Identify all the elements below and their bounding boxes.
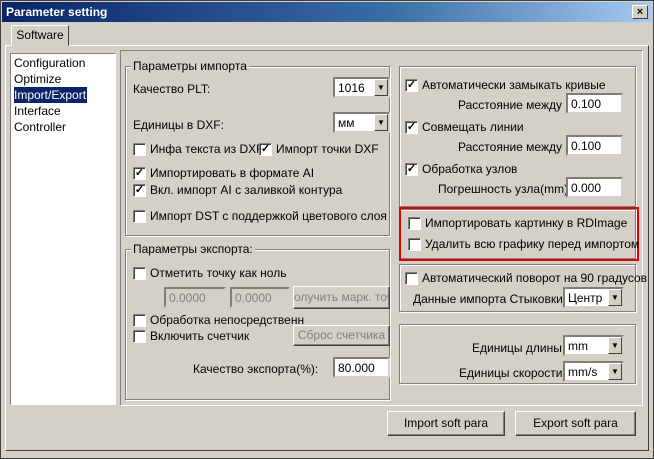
title-bar: Parameter setting × (2, 2, 652, 22)
dxf-units-select[interactable]: мм ▼ (333, 112, 390, 133)
dst-import-checkbox[interactable] (133, 210, 146, 223)
distance2-label: Расстояние между (458, 140, 562, 154)
dxf-units-label: Единицы в DXF: (133, 118, 224, 132)
auto-rotate-checkbox[interactable] (405, 272, 418, 285)
tab-software[interactable]: Software (11, 25, 69, 46)
counter-checkbox[interactable] (133, 330, 146, 343)
category-list[interactable]: Configuration Optimize Import/Export Int… (10, 53, 116, 405)
dst-import-label: Импорт DST с поддержкой цветового слоя (150, 209, 387, 223)
direct-process-checkbox[interactable] (133, 314, 146, 327)
dock-select[interactable]: Центр ▼ (563, 287, 624, 308)
zero-x-field[interactable]: 0.0000 (164, 287, 226, 308)
sidebar-item-controller[interactable]: Controller (13, 119, 113, 135)
zero-point-label: Отметить точку как ноль (150, 266, 287, 280)
ai-fill-label: Вкл. импорт AI с заливкой контура (150, 183, 343, 197)
plt-quality-label: Качество PLT: (133, 82, 211, 96)
zero-point-checkbox[interactable] (133, 267, 146, 280)
import-rdimage-checkbox[interactable] (408, 217, 421, 230)
auto-rotate-label: Автоматический поворот на 90 градусов (422, 271, 648, 285)
close-button[interactable]: × (632, 5, 648, 19)
plt-quality-select[interactable]: 1016 ▼ (333, 77, 390, 98)
delete-graphics-checkbox[interactable] (408, 238, 421, 251)
dock-label: Данные импорта Стыковки: (413, 292, 567, 306)
sidebar-item-import-export[interactable]: Import/Export (13, 87, 113, 103)
node-error-field[interactable]: 0.000 (566, 177, 623, 198)
distance1-label: Расстояние между (458, 98, 562, 112)
import-group-title: Параметры импорта (131, 59, 249, 73)
chevron-down-icon[interactable]: ▼ (374, 79, 388, 96)
node-process-label: Обработка узлов (422, 162, 518, 176)
import-soft-para-button[interactable]: Import soft para (387, 411, 505, 436)
delete-graphics-label: Удалить всю графику перед импортом (425, 237, 640, 251)
export-group-title: Параметры экспорта: (131, 242, 255, 256)
length-units-select[interactable]: mm ▼ (563, 335, 624, 356)
sidebar-item-configuration[interactable]: Configuration (13, 55, 113, 71)
chevron-down-icon[interactable]: ▼ (608, 289, 622, 306)
direct-process-label: Обработка непосредственн (150, 313, 305, 327)
export-quality-label: Качество экспорта(%): (193, 362, 319, 376)
chevron-down-icon[interactable]: ▼ (608, 363, 622, 380)
parameter-window: Parameter setting × Software Configurati… (0, 0, 654, 459)
get-mark-point-button[interactable]: олучить марк. точк (293, 286, 390, 309)
sidebar-item-optimize[interactable]: Optimize (13, 71, 113, 87)
length-units-label: Единицы длины: (472, 341, 566, 355)
sidebar-item-interface[interactable]: Interface (13, 103, 113, 119)
reset-counter-button[interactable]: Сброс счетчика (293, 325, 390, 346)
zero-y-field[interactable]: 0.0000 (230, 287, 290, 308)
ai-import-checkbox[interactable]: ✓ (133, 167, 146, 180)
merge-lines-label: Совмещать линии (422, 120, 524, 134)
node-error-label: Погрешность узла(mm): (438, 182, 572, 196)
distance2-field[interactable]: 0.100 (566, 135, 623, 156)
auto-close-label: Автоматически замыкать кривые (422, 78, 606, 92)
dxf-import-point-checkbox[interactable]: ✓ (259, 143, 272, 156)
distance1-field[interactable]: 0.100 (566, 93, 623, 114)
counter-label: Включить счетчик (150, 329, 250, 343)
ai-import-label: Импортировать в формате AI (150, 166, 315, 180)
chevron-down-icon[interactable]: ▼ (374, 114, 388, 131)
window-title: Parameter setting (6, 5, 108, 19)
auto-close-checkbox[interactable]: ✓ (405, 79, 418, 92)
dxf-text-info-label: Инфа текста из DXF (150, 142, 264, 156)
dxf-text-info-checkbox[interactable] (133, 143, 146, 156)
chevron-down-icon[interactable]: ▼ (608, 337, 622, 354)
node-process-checkbox[interactable]: ✓ (405, 163, 418, 176)
dxf-import-point-label: Импорт точки DXF (276, 142, 379, 156)
speed-units-select[interactable]: mm/s ▼ (563, 361, 624, 382)
export-quality-field[interactable]: 80.000 (333, 357, 390, 378)
merge-lines-checkbox[interactable]: ✓ (405, 121, 418, 134)
export-soft-para-button[interactable]: Export soft para (515, 411, 636, 436)
speed-units-label: Единицы скорости: (459, 366, 566, 380)
ai-fill-checkbox[interactable]: ✓ (133, 184, 146, 197)
import-rdimage-label: Импортировать картинку в RDImage (425, 216, 628, 230)
